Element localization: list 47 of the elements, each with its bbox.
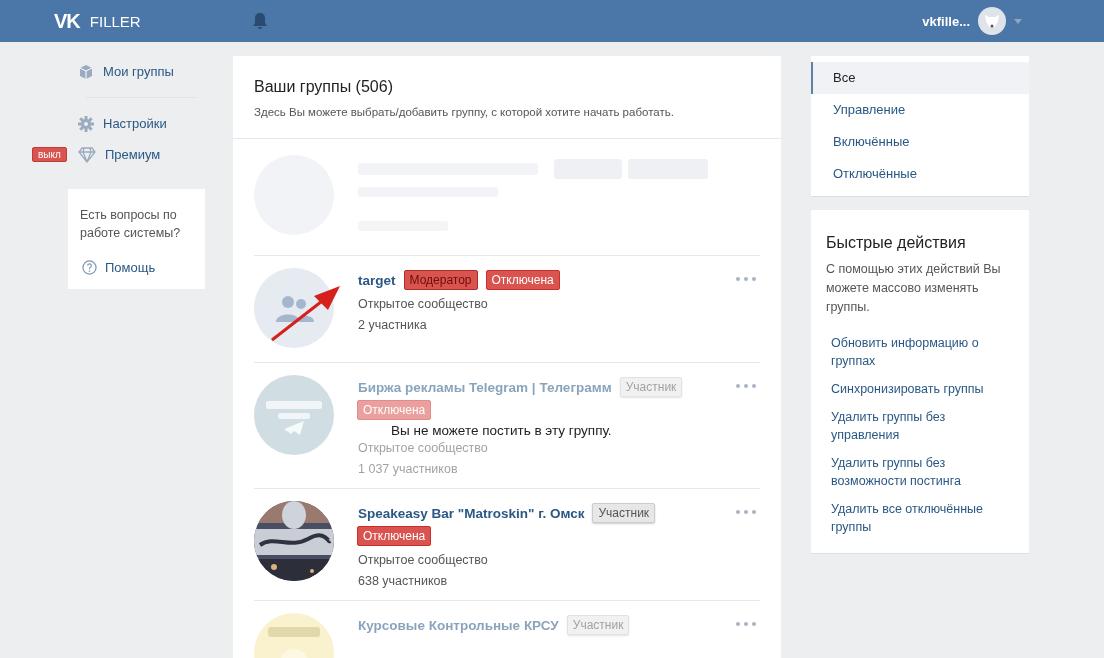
nav-item[interactable]: Настройки — [68, 108, 205, 139]
status-badge: Отключена — [485, 270, 560, 290]
settings-icon — [78, 115, 94, 132]
help-icon — [82, 260, 97, 275]
more-icon[interactable] — [736, 510, 756, 514]
status-badge: Участник — [592, 503, 656, 523]
status-badge: Отключена — [357, 400, 432, 420]
nav-item[interactable]: Мои группы — [68, 56, 205, 87]
action-link[interactable]: Удалить все отключённые группы — [826, 495, 1015, 541]
group-type: Открытое сообщество — [358, 297, 489, 311]
page-subtitle: Здесь Вы можете выбрать/добавить группу, с которой хотите начать работать. — [254, 106, 675, 118]
card-description: С помощью этих действий Вы можете массово изменять группы. — [826, 261, 1002, 316]
group-name[interactable]: target — [358, 272, 396, 288]
filter-tab[interactable]: Отключённые — [811, 158, 1029, 190]
status-badge: выкл — [32, 147, 67, 162]
group-name[interactable]: Speakeasy Bar "Matroskin" г. Омск — [358, 505, 585, 521]
member-count: 2 участника — [358, 318, 428, 332]
filter-tab[interactable]: Включённые — [811, 126, 1029, 158]
logo[interactable]: VK — [54, 9, 80, 33]
status-badge: Участник — [619, 377, 683, 397]
card-title: Быстрые действия — [826, 234, 967, 252]
status-badge: Участник — [566, 615, 630, 635]
action-link[interactable]: Синхронизировать группы — [826, 375, 1015, 403]
group-type: Открытое сообщество — [358, 441, 489, 455]
user-name[interactable]: vkfille... — [922, 13, 970, 29]
status-badge: Отключена — [357, 526, 432, 546]
cube-icon — [78, 63, 94, 80]
app-name: FILLER — [89, 12, 141, 30]
filter-tab[interactable]: Все — [811, 62, 1029, 94]
action-link[interactable]: Обновить информацию о группах — [826, 329, 1015, 375]
action-link[interactable]: Удалить группы без управления — [826, 403, 1015, 449]
help-text: Есть вопросы по работе системы? — [80, 207, 182, 242]
filter-tab[interactable]: Управление — [811, 94, 1029, 126]
member-count: 1 037 участников — [358, 462, 459, 476]
bell-icon[interactable] — [252, 12, 268, 30]
help-link[interactable]: Помощь — [80, 260, 194, 275]
group-type: Открытое сообщество — [358, 553, 489, 567]
diamond-icon — [78, 146, 96, 163]
action-link[interactable]: Удалить группы без возможности постинга — [826, 449, 1015, 495]
avatar-icon[interactable] — [978, 7, 1006, 35]
more-icon[interactable] — [736, 277, 756, 281]
member-count: 638 участников — [358, 574, 449, 588]
caret-icon[interactable] — [1014, 18, 1022, 24]
group-avatar-icon — [254, 268, 334, 348]
status-badge: Модератор — [403, 270, 478, 290]
warning-message: Вы не можете постить в эту группу. — [391, 423, 613, 438]
page-title: Ваши группы (506) — [254, 78, 394, 96]
